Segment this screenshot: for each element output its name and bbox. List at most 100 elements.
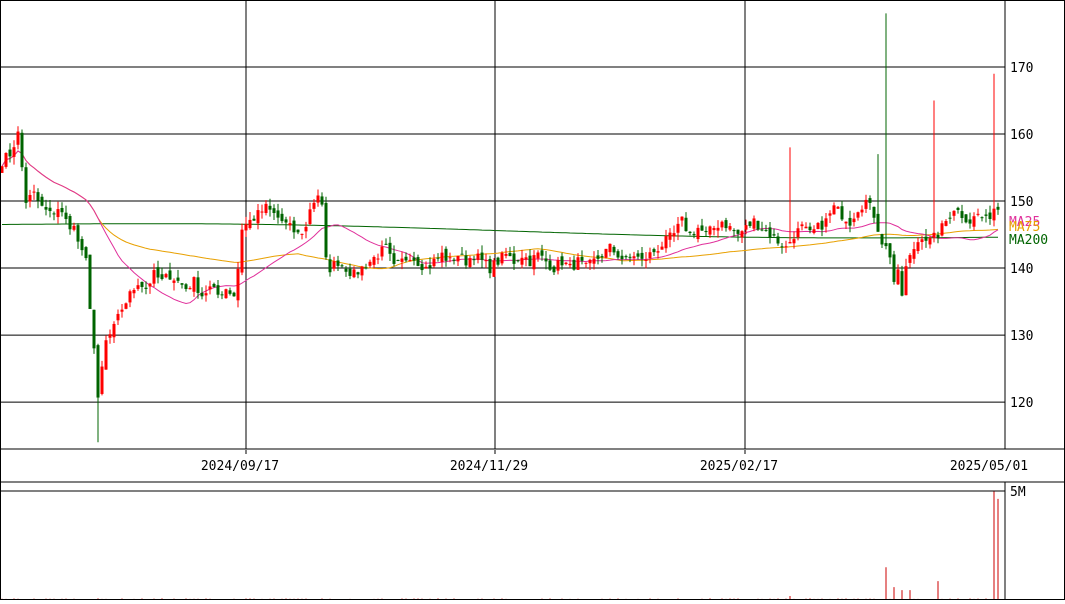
candles <box>0 13 1000 443</box>
candle-body <box>516 260 520 262</box>
candle-body <box>912 249 916 259</box>
chart-frame <box>0 0 1065 600</box>
candle-body <box>504 253 508 256</box>
candle-body <box>472 259 476 261</box>
candle-body <box>940 223 944 236</box>
candle-body <box>60 208 64 213</box>
outer-border <box>0 0 1065 600</box>
candle-body <box>808 226 812 231</box>
candle-body <box>280 213 284 222</box>
candle-body <box>100 366 104 394</box>
candle-body <box>832 205 836 215</box>
candle-body <box>392 253 396 264</box>
candle-body <box>140 281 144 287</box>
candle-body <box>692 234 696 236</box>
candle-body <box>496 257 500 265</box>
candle-body <box>56 209 60 218</box>
candle-body <box>80 239 84 251</box>
candle-body <box>428 265 432 268</box>
candle-body <box>776 236 780 244</box>
candle-body <box>32 191 36 193</box>
candle-body <box>888 243 892 258</box>
candle-body <box>180 283 184 285</box>
candle-body <box>728 226 732 230</box>
candle-body <box>360 266 364 276</box>
candle-body <box>584 262 588 264</box>
candle-body <box>856 212 860 218</box>
candle-body <box>784 246 788 248</box>
candle-body <box>168 270 172 280</box>
candle-body <box>456 256 460 262</box>
candle-body <box>924 236 928 241</box>
candle-body <box>512 253 516 264</box>
candle-body <box>408 259 412 261</box>
candle-body <box>704 231 708 233</box>
candle-body <box>116 313 120 321</box>
candle-body <box>88 254 92 309</box>
candle-body <box>644 259 648 261</box>
candle-body <box>112 323 116 338</box>
candle-body <box>196 277 200 293</box>
candle-body <box>420 264 424 271</box>
candle-body <box>52 213 56 215</box>
candle-body <box>356 272 360 275</box>
candle-body <box>304 226 308 232</box>
candle-body <box>344 268 348 272</box>
candle-body <box>536 252 540 259</box>
candle-body <box>124 303 128 309</box>
price-grid <box>0 0 1005 454</box>
candle-body <box>716 227 720 231</box>
candle-body <box>572 259 576 270</box>
y-tick-label: 130 <box>1010 329 1033 344</box>
candle-body <box>144 287 148 289</box>
candle-body <box>416 257 420 266</box>
candle-body <box>960 211 964 218</box>
candle-body <box>556 260 560 271</box>
candle-body <box>320 196 324 205</box>
candle-body <box>388 242 392 254</box>
candle-body <box>92 309 96 349</box>
candle-body <box>568 263 572 266</box>
candle-body <box>332 261 336 269</box>
candle-body <box>828 213 832 216</box>
ma200-line <box>2 223 998 239</box>
candle-body <box>240 229 244 273</box>
candle-body <box>676 223 680 233</box>
candle-body <box>720 221 724 228</box>
candle-body <box>44 207 48 210</box>
candle-body <box>836 206 840 209</box>
candle-body <box>96 345 100 398</box>
candle-body <box>292 220 296 233</box>
candle-body <box>732 230 736 232</box>
candle-body <box>588 259 592 264</box>
candle-body <box>220 294 224 296</box>
candle-body <box>440 252 444 262</box>
candle-body <box>216 285 220 295</box>
candle-body <box>844 221 848 224</box>
candle-body <box>952 210 956 216</box>
candle-body <box>384 243 388 245</box>
candle-body <box>636 253 640 257</box>
candle-body <box>72 225 76 230</box>
candle-body <box>772 234 776 236</box>
candle-body <box>944 221 948 226</box>
candle-body <box>48 207 52 212</box>
candle-body <box>232 292 236 297</box>
volume-bars <box>0 490 1005 600</box>
candle-body <box>296 229 300 233</box>
y-tick-label: 140 <box>1010 262 1033 277</box>
candle-body <box>184 284 188 290</box>
candle-body <box>548 260 552 270</box>
candle-body <box>400 258 404 262</box>
candle-body <box>36 192 40 201</box>
candle-body <box>380 246 384 257</box>
candle-body <box>188 288 192 290</box>
candle-body <box>12 147 16 157</box>
volume-tick-label: 5M <box>1010 485 1026 500</box>
candle-body <box>576 257 580 270</box>
candle-body <box>20 132 24 168</box>
candle-body <box>928 237 932 245</box>
candle-body <box>864 199 868 209</box>
candle-body <box>284 219 288 223</box>
candle-body <box>708 226 712 235</box>
